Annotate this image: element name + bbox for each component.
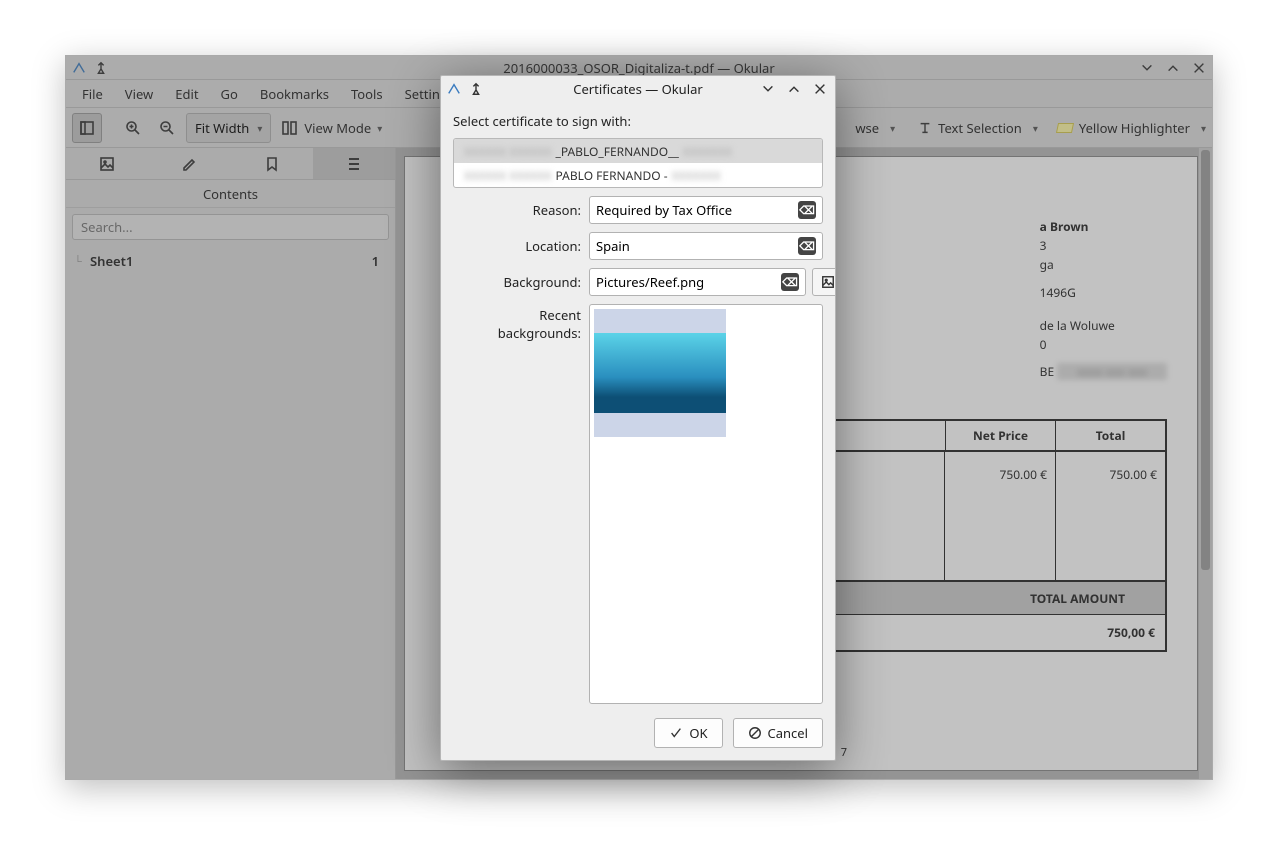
app-icon — [447, 82, 461, 96]
recent-background-thumb[interactable] — [594, 309, 726, 437]
clear-icon[interactable]: ⌫ — [798, 237, 816, 255]
pin-icon[interactable] — [469, 82, 483, 96]
tree-branch-icon: └ — [74, 253, 90, 269]
dialog-title: Certificates — Okular — [573, 80, 702, 98]
recent-label: Recent backgrounds: — [453, 304, 581, 704]
highlighter-icon — [1056, 123, 1074, 133]
text-selection-button[interactable]: Text Selection — [911, 113, 1029, 143]
pin-icon[interactable] — [94, 61, 108, 75]
background-input[interactable]: ⌫ — [589, 268, 806, 296]
choose-button[interactable]: Choose... — [812, 268, 835, 296]
window-title: 2016000033_OSOR_Digitaliza-t.pdf — Okula… — [503, 59, 774, 77]
zoom-out-button[interactable] — [152, 113, 182, 143]
app-icon — [72, 61, 86, 75]
sidebar-tab-thumbnails[interactable] — [66, 148, 148, 179]
location-label: Location: — [453, 237, 581, 255]
sidebar-tab-contents[interactable] — [313, 148, 395, 179]
reason-label: Reason: — [453, 201, 581, 219]
dialog-prompt: Select certificate to sign with: — [453, 112, 823, 130]
maximize-button[interactable] — [1166, 61, 1180, 75]
certificate-list[interactable]: XXXXXX XXXXXX_PABLO_FERNANDO__XXXXXXX XX… — [453, 138, 823, 188]
sidebar-tab-annotations[interactable] — [148, 148, 230, 179]
vertical-scrollbar[interactable] — [1198, 148, 1212, 779]
dialog-minimize-button[interactable] — [761, 82, 775, 96]
menu-edit[interactable]: Edit — [165, 81, 208, 107]
menu-go[interactable]: Go — [211, 81, 248, 107]
menu-view[interactable]: View — [115, 81, 163, 107]
cancel-icon — [748, 726, 762, 740]
minimize-button[interactable] — [1140, 61, 1154, 75]
zoom-combo[interactable]: Fit Width▾ — [186, 113, 271, 143]
toggle-sidebar-button[interactable] — [72, 113, 102, 143]
recent-backgrounds-box — [589, 304, 823, 704]
zoom-in-button[interactable] — [118, 113, 148, 143]
reason-input[interactable]: ⌫ — [589, 196, 823, 224]
page-number: 7 — [841, 745, 847, 760]
cancel-button[interactable]: Cancel — [733, 718, 823, 748]
close-button[interactable] — [1192, 61, 1206, 75]
page-address-block: a Brown 3 ga 1496G de la Woluwe 0 BE xxx… — [1040, 217, 1167, 381]
highlighter-button[interactable]: Yellow Highlighter — [1050, 113, 1197, 143]
sidebar: Contents └ Sheet1 1 — [66, 148, 396, 779]
view-mode-button[interactable]: View Mode▾ — [275, 113, 389, 143]
sidebar-title: Contents — [66, 180, 395, 208]
certificate-item[interactable]: XXXXXX XXXXXX PABLO FERNANDO - XXXXXXX — [454, 163, 822, 187]
contents-item[interactable]: └ Sheet1 1 — [74, 250, 387, 272]
menu-bookmarks[interactable]: Bookmarks — [250, 81, 339, 107]
dialog-maximize-button[interactable] — [787, 82, 801, 96]
check-icon — [669, 726, 683, 740]
background-label: Background: — [453, 273, 581, 291]
menu-tools[interactable]: Tools — [341, 81, 393, 107]
clear-icon[interactable]: ⌫ — [798, 201, 816, 219]
browse-button-cutoff[interactable]: wse — [848, 113, 886, 143]
dialog-close-button[interactable] — [813, 82, 827, 96]
menu-file[interactable]: File — [72, 81, 113, 107]
location-input[interactable]: ⌫ — [589, 232, 823, 260]
certificates-dialog: Certificates — Okular Select certificate… — [440, 75, 836, 761]
dialog-titlebar: Certificates — Okular — [441, 76, 835, 102]
ok-button[interactable]: OK — [654, 718, 722, 748]
certificate-item[interactable]: XXXXXX XXXXXX_PABLO_FERNANDO__XXXXXXX — [454, 139, 822, 163]
sidebar-tab-bookmarks[interactable] — [231, 148, 313, 179]
reef-image-icon — [594, 333, 726, 413]
clear-icon[interactable]: ⌫ — [781, 273, 799, 291]
sidebar-search-input[interactable] — [72, 214, 389, 240]
image-icon — [821, 275, 835, 289]
